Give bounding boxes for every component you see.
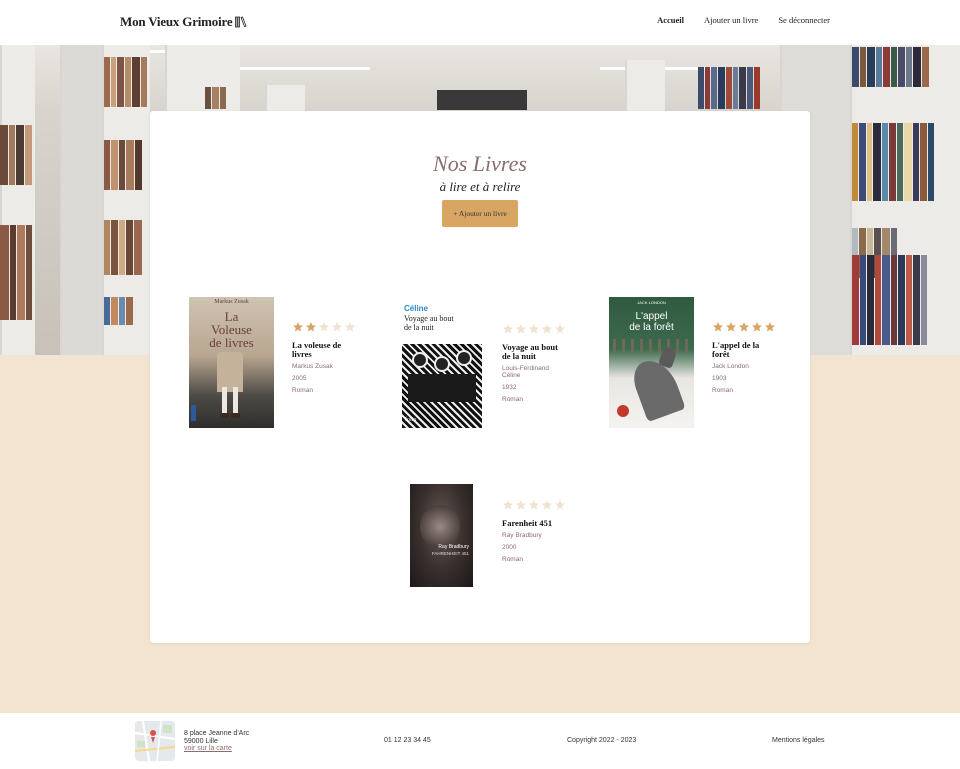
footer: 8 place Jeanne d'Arc 59000 Lille voir su… — [0, 713, 960, 769]
legal-link[interactable]: Mentions légales — [772, 737, 825, 744]
book-year: 1932 — [502, 384, 517, 391]
book-year: 2000 — [502, 544, 517, 551]
book-genre: Roman — [712, 387, 733, 394]
book-genre: Roman — [502, 396, 523, 403]
book-genre: Roman — [292, 387, 313, 394]
address-block: 8 place Jeanne d'Arc 59000 Lille voir su… — [184, 730, 249, 753]
star-icon — [752, 322, 762, 332]
star-icon — [555, 324, 565, 334]
book-title: Voyage au bout de la nuit — [502, 342, 558, 361]
book-year: 1903 — [712, 375, 727, 382]
star-icon — [319, 322, 329, 332]
book-cover-image: JACK LONDON L'appel de la forêt — [609, 297, 694, 428]
logo-text: Mon Vieux Grimoire — [120, 14, 233, 29]
book-stack-icon — [235, 16, 247, 28]
address-line-1: 8 place Jeanne d'Arc — [184, 730, 250, 737]
books-panel: Nos Livres à lire et à relire + Ajouter … — [150, 111, 810, 643]
book-author: Markus Zusak — [292, 363, 333, 370]
star-icon — [293, 322, 303, 332]
book-card[interactable]: Céline Voyage au bout de la nuit folio V… — [402, 304, 566, 428]
book-author: Ray Bradbury — [502, 532, 542, 539]
star-icon — [306, 322, 316, 332]
book-genre: Roman — [502, 556, 523, 563]
book-cover-image: Céline Voyage au bout de la nuit folio — [402, 304, 482, 428]
star-icon — [542, 324, 552, 334]
star-icon — [345, 322, 355, 332]
star-icon — [529, 500, 539, 510]
nav-logout[interactable]: Se déconnecter — [778, 15, 830, 25]
map-thumbnail-image[interactable] — [135, 721, 175, 761]
star-icon — [516, 324, 526, 334]
star-icon — [503, 500, 513, 510]
rating-stars — [502, 499, 582, 511]
book-title: L'appel de la forêt — [712, 340, 760, 359]
star-icon — [739, 322, 749, 332]
book-cover-image: Ray Bradbury FAHRENHEIT 451 — [410, 484, 473, 587]
star-icon — [516, 500, 526, 510]
rating-stars — [292, 321, 356, 333]
book-author: Jack London — [712, 363, 749, 370]
page-subtitle: à lire et à relire — [439, 179, 521, 194]
star-icon — [503, 324, 513, 334]
star-icon — [529, 324, 539, 334]
book-card[interactable]: JACK LONDON L'appel de la forêt L'appel … — [609, 297, 776, 428]
rating-stars — [712, 321, 776, 333]
book-title: La voleuse de livres — [292, 340, 342, 359]
star-icon — [332, 322, 342, 332]
star-icon — [555, 500, 565, 510]
rating-stars — [502, 323, 566, 335]
star-icon — [726, 322, 736, 332]
book-title: Farenheit 451 — [502, 518, 553, 528]
book-card[interactable]: Ray Bradbury FAHRENHEIT 451 Farenheit 45… — [410, 484, 582, 587]
main-nav: Accueil Ajouter un livre Se déconnecter — [657, 15, 830, 25]
page-title: Nos Livres — [433, 151, 527, 176]
book-author: Louis-Ferdinand Céline — [502, 365, 549, 379]
star-icon — [765, 322, 775, 332]
logo[interactable]: Mon Vieux Grimoire — [120, 14, 247, 30]
nav-home[interactable]: Accueil — [657, 15, 684, 25]
star-icon — [713, 322, 723, 332]
book-cover-image: Markus Zusak La Voleuse de livres — [189, 297, 274, 428]
book-year: 2005 — [292, 375, 307, 382]
map-link[interactable]: voir sur la carte — [184, 745, 232, 752]
copyright: Copyright 2022 - 2023 — [567, 737, 637, 744]
star-icon — [542, 500, 552, 510]
address-line-2: 59000 Lille — [184, 737, 218, 745]
add-book-button[interactable]: + Ajouter un livre — [442, 200, 518, 227]
nav-add-book[interactable]: Ajouter un livre — [704, 15, 758, 25]
phone-number: 01 12 23 34 45 — [384, 737, 431, 744]
book-card[interactable]: Markus Zusak La Voleuse de livres La vol… — [189, 297, 356, 428]
header: Mon Vieux Grimoire Accueil Ajouter un li… — [0, 0, 960, 45]
